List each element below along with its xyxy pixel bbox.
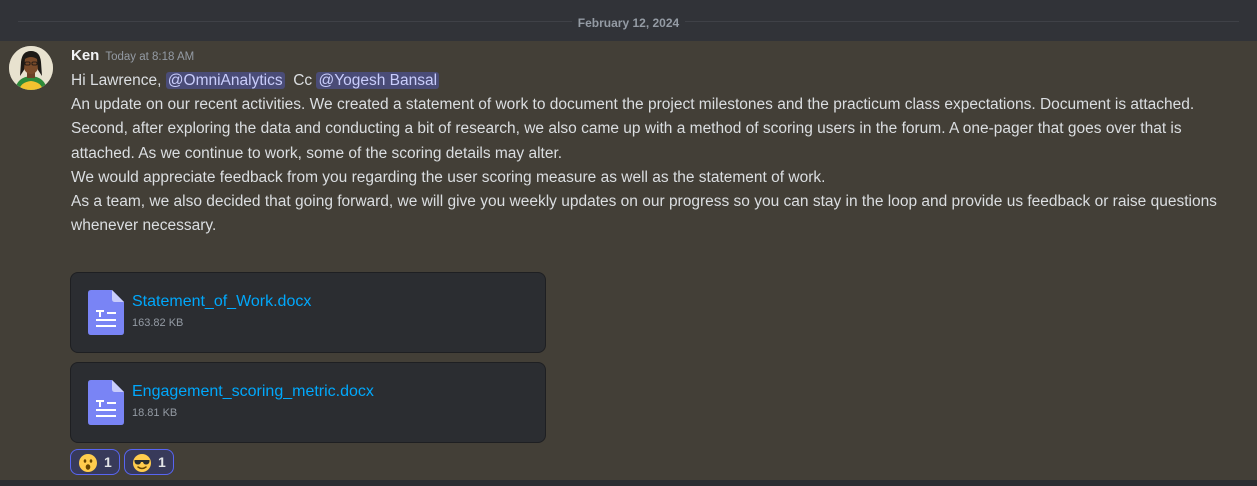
reaction-sunglasses[interactable]: 1 (124, 449, 174, 475)
message-paragraph: As a team, we also decided that going fo… (71, 193, 1217, 235)
message-header: Ken Today at 8:18 AM (71, 47, 194, 65)
timestamp[interactable]: Today at 8:18 AM (105, 51, 194, 63)
author-name[interactable]: Ken (71, 47, 99, 64)
message-paragraph: Second, after exploring the data and con… (71, 120, 1182, 162)
attachment-filename[interactable]: Engagement_scoring_metric.docx (132, 383, 374, 401)
reaction-count: 1 (104, 454, 112, 470)
astonished-face-icon (79, 454, 97, 472)
sunglasses-face-icon (133, 454, 151, 472)
message-content: Hi Lawrence, @OmniAnalytics Cc @Yogesh B… (71, 69, 1231, 238)
chat-message[interactable]: Ken Today at 8:18 AM Hi Lawrence, @OmniAn… (0, 41, 1257, 480)
reaction-count: 1 (158, 454, 166, 470)
attachment-filename[interactable]: Statement_of_Work.docx (132, 293, 311, 311)
reaction-astonished[interactable]: 1 (70, 449, 120, 475)
document-icon (88, 380, 124, 425)
message-paragraph: An update on our recent activities. We c… (71, 96, 1195, 114)
avatar[interactable] (9, 46, 53, 90)
attachment-filesize: 163.82 KB (132, 317, 184, 329)
date-divider: February 12, 2024 (0, 0, 1257, 41)
file-attachment[interactable]: Engagement_scoring_metric.docx 18.81 KB (70, 362, 546, 443)
mention-omnianalytics[interactable]: @OmniAnalytics (165, 72, 285, 89)
attachment-filesize: 18.81 KB (132, 407, 178, 419)
document-icon (88, 290, 124, 335)
message-paragraph: We would appreciate feedback from you re… (71, 168, 826, 186)
date-divider-label: February 12, 2024 (571, 16, 686, 30)
greeting-text: Hi Lawrence, (71, 72, 162, 89)
file-attachment[interactable]: Statement_of_Work.docx 163.82 KB (70, 272, 546, 353)
cc-text: Cc (293, 72, 313, 89)
mention-yogesh-bansal[interactable]: @Yogesh Bansal (316, 72, 440, 89)
bottom-strip (0, 480, 1257, 486)
greeting-line: Hi Lawrence, @OmniAnalytics Cc @Yogesh B… (71, 69, 1231, 93)
